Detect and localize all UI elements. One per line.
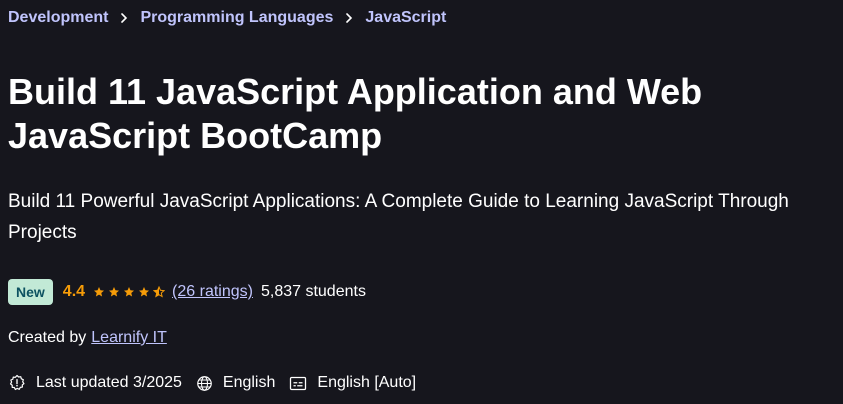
course-header: Development Programming Languages JavaSc… <box>0 0 843 404</box>
rating-stars <box>93 286 168 298</box>
language-text: English <box>222 374 276 391</box>
last-updated-text: Last updated 3/2025 <box>36 374 182 391</box>
globe-icon <box>196 375 213 392</box>
course-info-row: Last updated 3/2025 English English [Aut… <box>8 373 430 393</box>
breadcrumb: Development Programming Languages JavaSc… <box>8 8 446 28</box>
language: English <box>196 374 275 392</box>
breadcrumb-programming-languages[interactable]: Programming Languages <box>140 9 333 27</box>
course-title-line-2: JavaScript BootCamp <box>8 115 383 156</box>
closed-captions-icon <box>289 376 307 391</box>
ratings-count-link[interactable]: (26 ratings) <box>172 283 253 301</box>
students-count: 5,837 students <box>260 283 366 300</box>
course-title: Build 11 JavaScript Application and Web … <box>8 70 828 158</box>
alert-badge-icon <box>8 374 26 392</box>
course-subtitle: Build 11 Powerful JavaScript Application… <box>8 191 789 243</box>
star-icon <box>124 287 135 297</box>
star-icon <box>109 287 120 297</box>
course-title-line-1: Build 11 JavaScript Application and Web <box>8 71 703 112</box>
rating-value: 4.4 <box>62 283 86 300</box>
last-updated: Last updated 3/2025 <box>8 374 182 392</box>
star-icon <box>94 287 105 297</box>
star-icon <box>139 287 150 297</box>
chevron-right-icon <box>120 13 128 23</box>
author-link[interactable]: Learnify IT <box>91 329 167 347</box>
chevron-right-icon <box>345 13 353 23</box>
breadcrumb-development[interactable]: Development <box>8 9 108 27</box>
new-badge: New <box>8 279 53 305</box>
captions-text: English [Auto] <box>317 374 417 391</box>
captions: English [Auto] <box>289 374 416 392</box>
created-by-label: Created by <box>8 329 87 346</box>
breadcrumb-javascript[interactable]: JavaScript <box>365 9 446 27</box>
star-half-icon <box>153 286 166 298</box>
rating-row: New 4.4 (26 ratings) 5,837 students <box>8 278 366 306</box>
created-by: Created by Learnify IT <box>8 328 167 348</box>
